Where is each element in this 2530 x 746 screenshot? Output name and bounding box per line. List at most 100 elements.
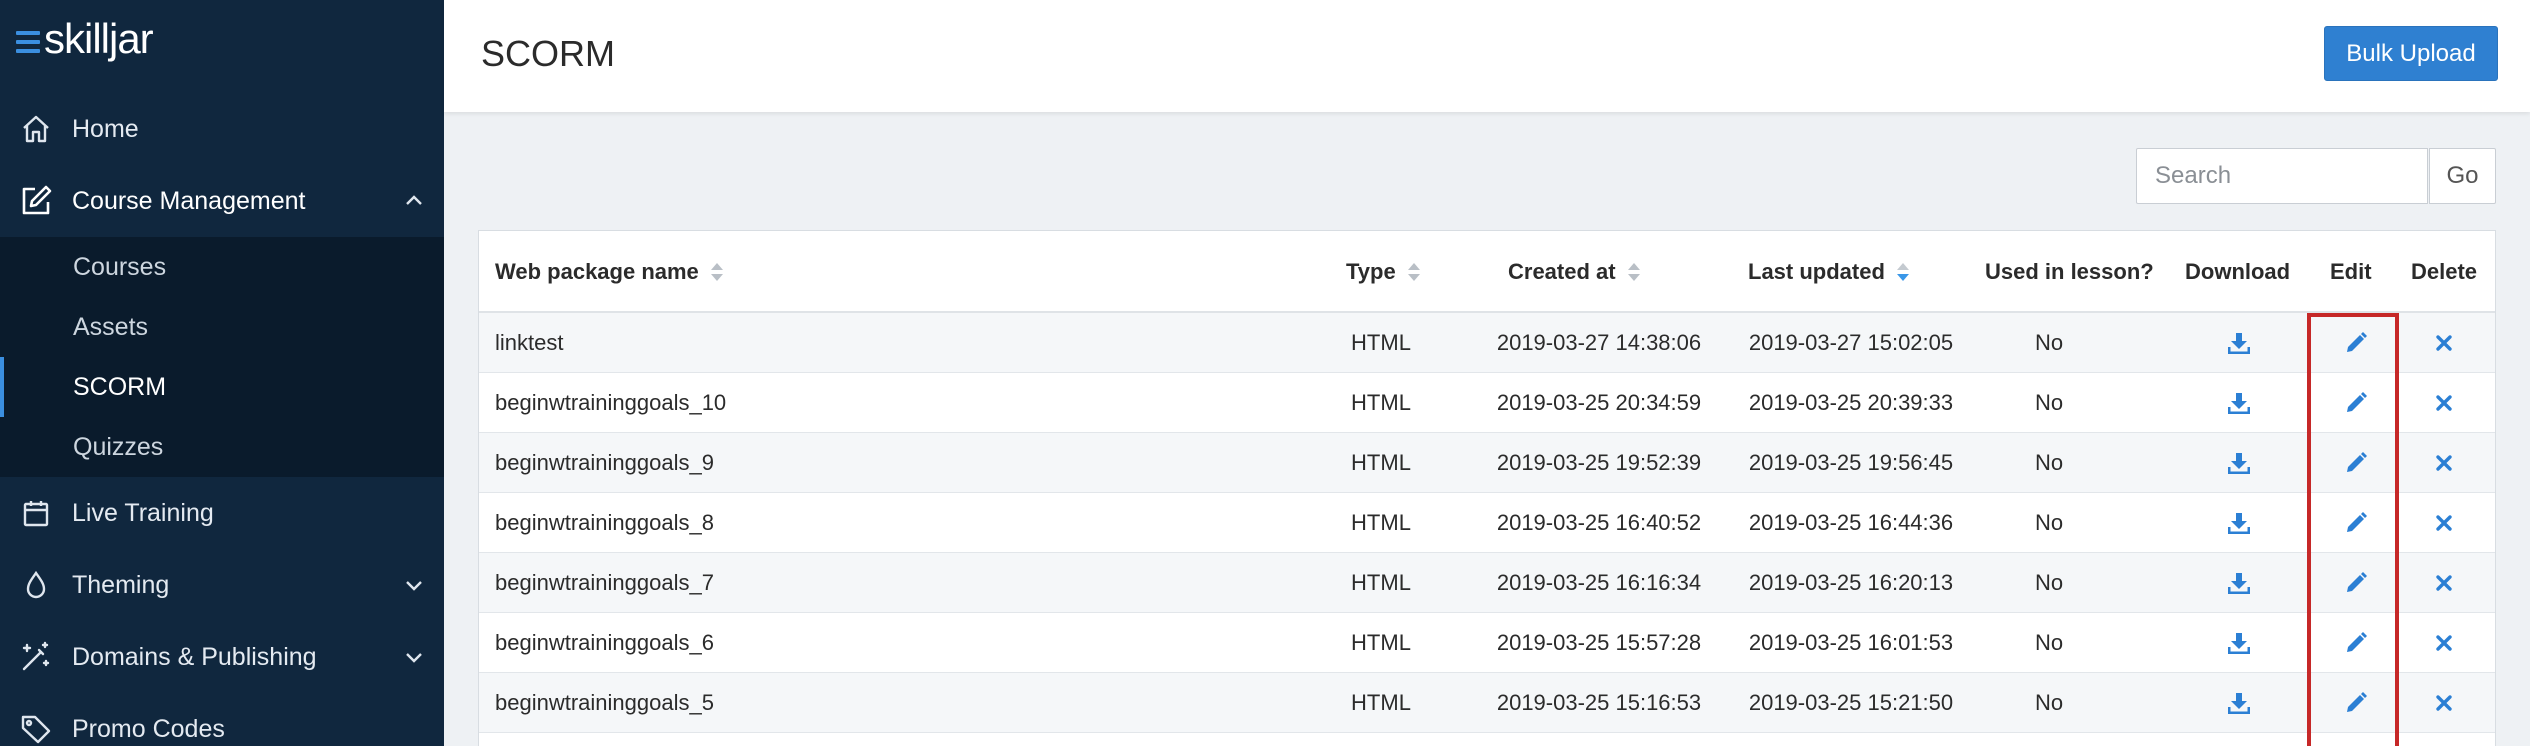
cell-delete: [2404, 613, 2484, 673]
sidebar-item-scorm[interactable]: SCORM: [0, 357, 444, 417]
sidebar-item-assets[interactable]: Assets: [0, 297, 444, 357]
download-icon[interactable]: [2219, 383, 2259, 423]
download-icon[interactable]: [2219, 563, 2259, 603]
pencil-icon[interactable]: [2336, 443, 2376, 483]
cell-name[interactable]: beginwtraininggoals_7: [495, 553, 714, 613]
column-header-updated[interactable]: Last updated: [1748, 231, 1909, 313]
sidebar-item-live-training[interactable]: Live Training: [0, 477, 444, 549]
close-icon[interactable]: [2424, 683, 2464, 723]
column-label: Last updated: [1748, 259, 1885, 284]
cell-edit: [2321, 313, 2391, 373]
cell-name[interactable]: beginwtraininggoals_5: [495, 673, 714, 733]
close-icon[interactable]: [2424, 623, 2464, 663]
scorm-table: Web package name Type Created at Last up…: [478, 230, 2496, 746]
page-header: SCORM Bulk Upload: [444, 0, 2530, 112]
cell-created: 2019-03-27 14:38:06: [1496, 330, 1702, 355]
column-label: Delete: [2411, 259, 2478, 284]
cell-created: 2019-03-25 16:40:52: [1496, 510, 1702, 535]
logo-text: skilljar: [44, 15, 154, 62]
table-row: beginwtraininggoals_6 HTML 2019-03-25 15…: [479, 613, 2495, 673]
cell-edit: [2321, 613, 2391, 673]
cell-type: HTML: [1351, 510, 1411, 535]
course-management-submenu: Courses Assets SCORM Quizzes: [0, 237, 444, 477]
sidebar-item-label: Home: [72, 114, 139, 143]
chevron-up-icon: [406, 195, 422, 205]
download-icon[interactable]: [2219, 683, 2259, 723]
chevron-down-icon: [406, 581, 422, 591]
home-icon: [18, 111, 54, 147]
column-header-name[interactable]: Web package name: [495, 231, 723, 313]
cell-download: [2179, 553, 2299, 613]
cell-name[interactable]: beginwtraininggoals_9: [495, 433, 714, 493]
cell-updated: 2019-03-25 16:44:36: [1748, 510, 1954, 535]
cell-download: [2179, 313, 2299, 373]
chevron-down-icon: [406, 653, 422, 663]
cell-type: HTML: [1351, 570, 1411, 595]
sidebar-item-quizzes[interactable]: Quizzes: [0, 417, 444, 477]
close-icon[interactable]: [2424, 443, 2464, 483]
cell-download: [2179, 373, 2299, 433]
cell-updated: 2019-03-27 15:02:05: [1748, 330, 1954, 355]
skilljar-logo[interactable]: skilljar: [16, 14, 154, 64]
sidebar-item-course-management[interactable]: Course Management: [0, 165, 444, 237]
cell-type: HTML: [1351, 390, 1411, 415]
pencil-icon[interactable]: [2336, 623, 2376, 663]
cell-name[interactable]: beginwtraininggoals_6: [495, 613, 714, 673]
submenu-label: Quizzes: [73, 432, 164, 461]
cell-name[interactable]: linktest: [495, 313, 563, 373]
cell-created: 2019-03-25 15:16:53: [1496, 690, 1702, 715]
cell-used: No: [2034, 450, 2064, 475]
pencil-icon[interactable]: [2336, 563, 2376, 603]
column-label: Type: [1346, 259, 1396, 284]
download-icon[interactable]: [2219, 503, 2259, 543]
cell-edit: [2321, 493, 2391, 553]
cell-delete: [2404, 373, 2484, 433]
sidebar-item-domains-publishing[interactable]: Domains & Publishing: [0, 621, 444, 693]
table-row: beginwtraininggoals_8 HTML 2019-03-25 16…: [479, 493, 2495, 553]
column-header-created[interactable]: Created at: [1508, 231, 1640, 313]
close-icon[interactable]: [2424, 563, 2464, 603]
close-icon[interactable]: [2424, 383, 2464, 423]
cell-edit: [2321, 433, 2391, 493]
tag-icon: [18, 711, 54, 746]
pencil-icon[interactable]: [2336, 503, 2376, 543]
cell-type: HTML: [1351, 330, 1411, 355]
search-input[interactable]: [2136, 148, 2428, 204]
pencil-icon[interactable]: [2336, 323, 2376, 363]
column-header-type[interactable]: Type: [1346, 231, 1420, 313]
column-label: Created at: [1508, 259, 1616, 284]
go-button[interactable]: Go: [2429, 148, 2496, 204]
cell-delete: [2404, 493, 2484, 553]
cell-created: 2019-03-25 20:34:59: [1496, 390, 1702, 415]
cell-type: HTML: [1351, 690, 1411, 715]
pencil-icon[interactable]: [2336, 383, 2376, 423]
pencil-icon[interactable]: [2336, 683, 2376, 723]
cell-edit: [2321, 373, 2391, 433]
download-icon[interactable]: [2219, 623, 2259, 663]
table-row: beginwtraininggoals_5 HTML 2019-03-25 15…: [479, 673, 2495, 733]
column-label: Edit: [2330, 259, 2372, 284]
download-icon[interactable]: [2219, 443, 2259, 483]
sidebar-item-label: Course Management: [72, 186, 306, 215]
close-icon[interactable]: [2424, 323, 2464, 363]
table-row: beginwtraininggoals_10 HTML 2019-03-25 2…: [479, 373, 2495, 433]
sidebar-item-theming[interactable]: Theming: [0, 549, 444, 621]
cell-used: No: [2034, 570, 2064, 595]
sidebar-item-promo-codes[interactable]: Promo Codes: [0, 693, 444, 746]
cell-download: [2179, 493, 2299, 553]
sidebar-item-home[interactable]: Home: [0, 93, 444, 165]
sidebar-item-courses[interactable]: Courses: [0, 237, 444, 297]
bulk-upload-button[interactable]: Bulk Upload: [2324, 26, 2498, 81]
close-icon[interactable]: [2424, 503, 2464, 543]
cell-name[interactable]: beginwtraininggoals_8: [495, 493, 714, 553]
cell-used: No: [2034, 390, 2064, 415]
column-label: Used in lesson?: [1985, 259, 2154, 284]
cell-download: [2179, 613, 2299, 673]
sidebar-item-label: Theming: [72, 570, 170, 599]
download-icon[interactable]: [2219, 323, 2259, 363]
sort-desc-icon: [1896, 262, 1909, 282]
cell-name[interactable]: beginwtraininggoals_10: [495, 373, 726, 433]
cell-type: HTML: [1351, 630, 1411, 655]
sort-icon: [1627, 262, 1640, 282]
edit-icon: [18, 183, 54, 219]
